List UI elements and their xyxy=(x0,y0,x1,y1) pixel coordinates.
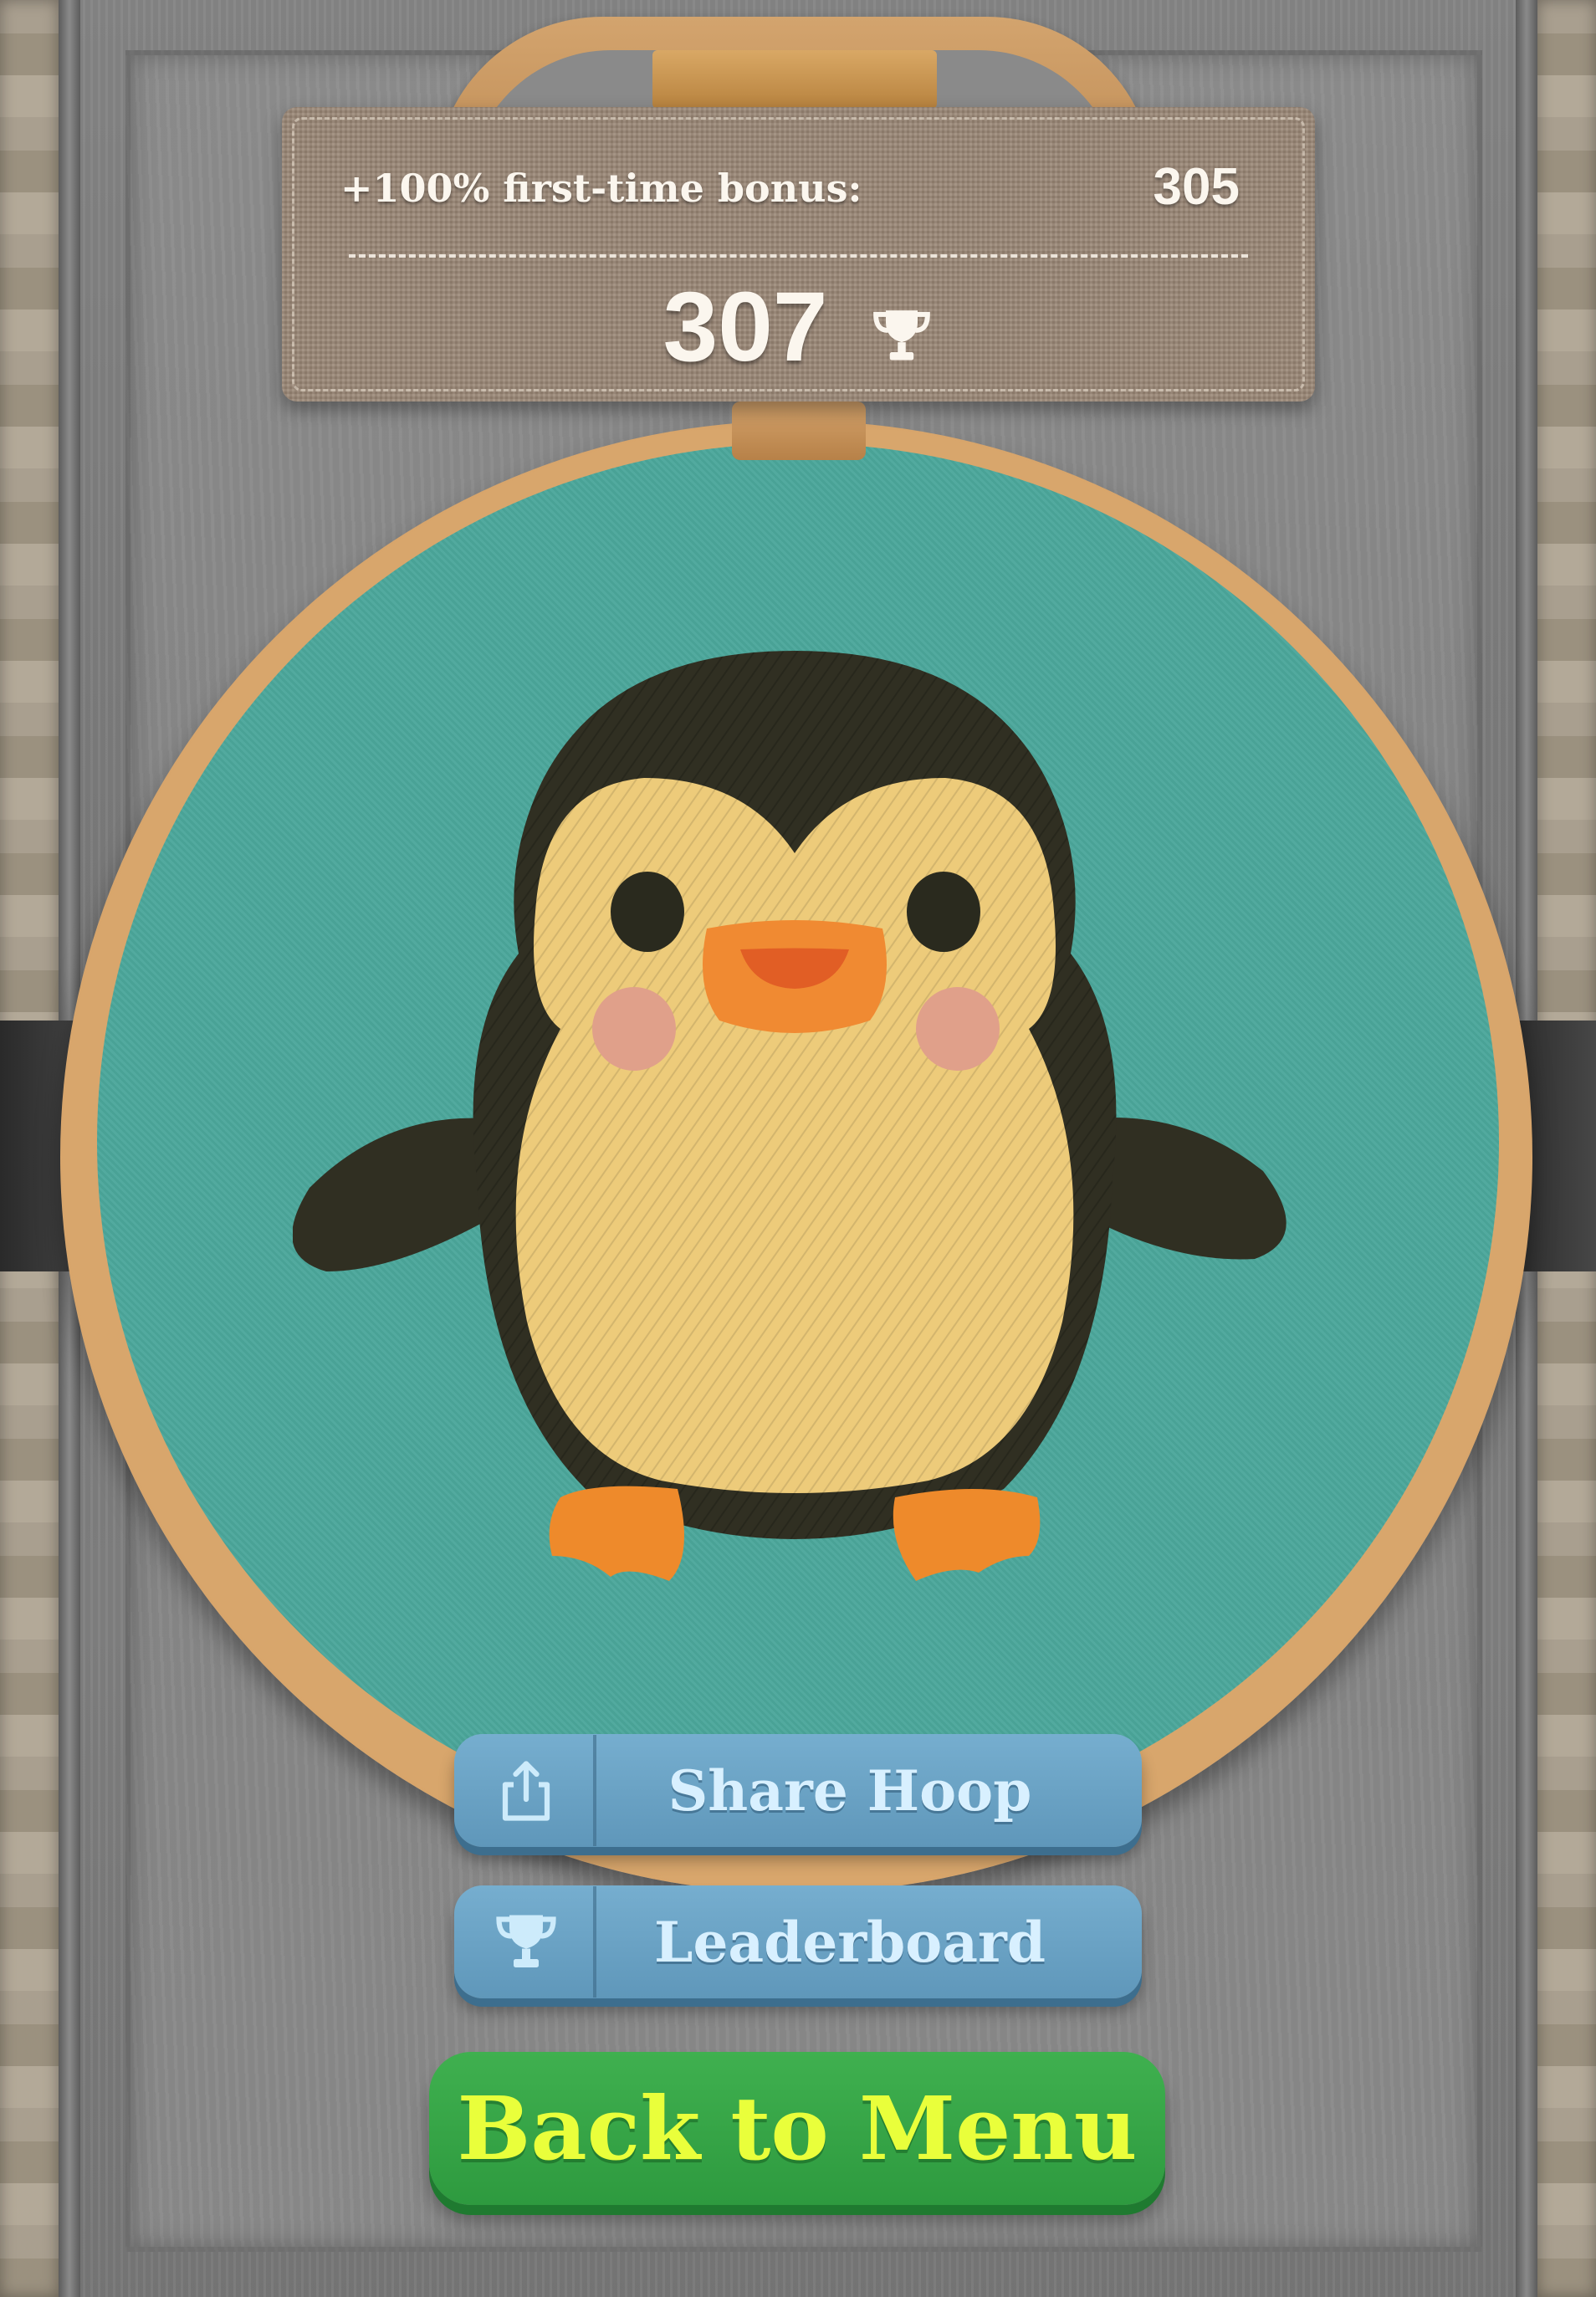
bonus-label: +100% first-time bonus: xyxy=(340,166,862,211)
hoop-clasp xyxy=(732,402,866,460)
game-screen: +100% first-time bonus: 305 307 Share Ho… xyxy=(0,0,1596,2297)
trophy-icon xyxy=(870,278,934,391)
bonus-value: 305 xyxy=(1153,158,1240,216)
score-divider xyxy=(349,254,1248,258)
penguin-embroidery xyxy=(293,651,1287,1581)
share-hoop-label: Share Hoop xyxy=(668,1757,1032,1824)
share-hoop-button[interactable]: Share Hoop xyxy=(454,1734,1142,1847)
back-to-menu-button[interactable]: Back to Menu xyxy=(429,2052,1165,2205)
trophy-icon xyxy=(459,1886,596,1998)
leaderboard-label: Leaderboard xyxy=(654,1909,1046,1975)
score-card: +100% first-time bonus: 305 307 xyxy=(282,107,1315,402)
share-icon xyxy=(459,1735,596,1846)
total-score-row: 307 xyxy=(282,270,1315,391)
total-score: 307 xyxy=(662,272,828,382)
hanger-screw xyxy=(652,50,937,109)
leaderboard-button[interactable]: Leaderboard xyxy=(454,1885,1142,1998)
